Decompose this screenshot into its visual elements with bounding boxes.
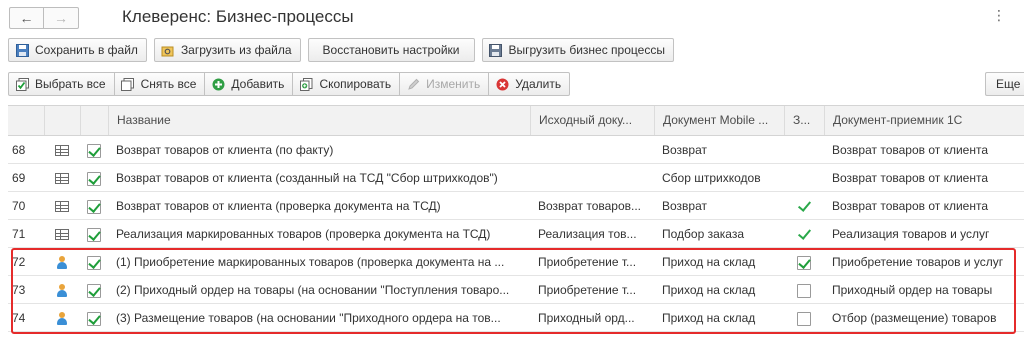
row-number: 70	[12, 199, 26, 213]
check-mark-icon	[797, 200, 811, 214]
mobile-doc: Сбор штрихкодов	[662, 171, 761, 185]
row-number: 71	[12, 227, 26, 241]
clear-all-label: Снять все	[140, 77, 197, 91]
clear-all-icon	[121, 77, 135, 91]
clear-all-button[interactable]: Снять все	[114, 72, 206, 96]
save-to-file-label: Сохранить в файл	[35, 43, 138, 57]
row-number: 69	[12, 171, 26, 185]
pencil-icon	[406, 77, 420, 91]
more-button[interactable]: Еще	[985, 72, 1024, 96]
z-cell	[784, 193, 824, 219]
more-label: Еще	[996, 77, 1021, 91]
title-bar: ← → Клеверенс: Бизнес-процессы ⋮	[0, 0, 1024, 34]
restore-settings-label: Восстановить настройки	[322, 43, 460, 57]
z-cell	[784, 221, 824, 247]
row-type	[44, 221, 80, 247]
table-header: Название Исходный доку... Документ Mobil…	[8, 106, 1024, 136]
toolbar-edit: Выбрать все Снять все Добавить Скопирова…	[8, 72, 571, 96]
copy-button[interactable]: Скопировать	[293, 72, 401, 96]
dest-doc: Возврат товаров от клиента	[832, 143, 989, 157]
window-title: Клеверенс: Бизнес-процессы	[122, 7, 354, 26]
row-type	[44, 193, 80, 219]
mobile-doc: Возврат	[662, 143, 707, 157]
row-type	[44, 165, 80, 191]
select-all-button[interactable]: Выбрать все	[8, 72, 115, 96]
table-process-icon	[55, 229, 69, 241]
row-enabled	[80, 193, 108, 219]
header-check[interactable]	[80, 106, 108, 135]
mobile-doc: Подбор заказа	[662, 227, 744, 241]
delete-label: Удалить	[515, 77, 562, 91]
source-doc: Реализация тов...	[538, 227, 637, 241]
select-all-icon	[15, 77, 29, 91]
table-row[interactable]: 68 Возврат товаров от клиента (по факту) В…	[8, 137, 1024, 164]
source-doc	[530, 165, 654, 191]
export-processes-label: Выгрузить бизнес процессы	[508, 43, 665, 57]
edit-button[interactable]: Изменить	[400, 72, 490, 96]
header-z[interactable]: З...	[784, 106, 824, 135]
add-icon	[211, 77, 225, 91]
copy-icon	[299, 77, 313, 91]
load-from-file-label: Загрузить из файла	[180, 43, 292, 57]
load-from-file-button[interactable]: Загрузить из файла	[153, 38, 301, 62]
table-row[interactable]: 71 Реализация маркированных товаров (пров…	[8, 221, 1024, 248]
toolbar-file: Сохранить в файл Загрузить из файла Восс…	[8, 38, 681, 62]
enabled-checkbox[interactable]	[87, 143, 101, 158]
check-mark-icon	[797, 228, 811, 242]
dest-doc: Возврат товаров от клиента	[832, 171, 989, 185]
row-enabled	[80, 137, 108, 163]
table-process-icon	[55, 145, 69, 157]
select-all-label: Выбрать все	[35, 77, 106, 91]
more-menu-icon[interactable]: ⋮	[992, 8, 1006, 22]
save-icon	[15, 43, 29, 57]
process-name: Возврат товаров от клиента (созданный на…	[116, 171, 498, 185]
edit-label: Изменить	[426, 77, 481, 91]
forward-button[interactable]: →	[44, 7, 79, 29]
table-process-icon	[55, 173, 69, 185]
header-mobile-doc[interactable]: Документ Mobile ...	[654, 106, 784, 135]
delete-icon	[495, 77, 509, 91]
row-type	[44, 137, 80, 163]
add-button[interactable]: Добавить	[205, 72, 294, 96]
process-name: Реализация маркированных товаров (провер…	[116, 227, 491, 241]
header-type[interactable]	[44, 106, 80, 135]
z-cell	[784, 137, 824, 163]
header-num[interactable]	[8, 106, 44, 135]
business-processes-window: ← → Клеверенс: Бизнес-процессы ⋮ Сохрани…	[0, 0, 1024, 341]
row-enabled	[80, 165, 108, 191]
highlight-frame	[11, 248, 1016, 334]
enabled-checkbox[interactable]	[87, 171, 101, 186]
delete-button[interactable]: Удалить	[489, 72, 571, 96]
process-name: Возврат товаров от клиента (по факту)	[116, 143, 334, 157]
table-row[interactable]: 69 Возврат товаров от клиента (созданный …	[8, 165, 1024, 192]
process-name: Возврат товаров от клиента (проверка док…	[116, 199, 441, 213]
restore-settings-button[interactable]: Восстановить настройки	[307, 38, 475, 62]
table-row[interactable]: 70 Возврат товаров от клиента (проверка д…	[8, 193, 1024, 220]
load-icon	[161, 43, 175, 57]
export-icon	[489, 43, 503, 57]
enabled-checkbox[interactable]	[87, 199, 101, 214]
mobile-doc: Возврат	[662, 199, 707, 213]
arrow-right-icon: →	[54, 10, 68, 26]
arrow-left-icon: ←	[19, 10, 34, 26]
dest-doc: Возврат товаров от клиента	[832, 199, 989, 213]
header-dest-doc[interactable]: Документ-приемник 1С	[824, 106, 1024, 135]
back-button[interactable]: ←	[9, 7, 44, 29]
row-number: 68	[12, 143, 26, 157]
source-doc	[530, 137, 654, 163]
copy-label: Скопировать	[319, 77, 392, 91]
dest-doc: Реализация товаров и услуг	[832, 227, 990, 241]
row-enabled	[80, 221, 108, 247]
save-to-file-button[interactable]: Сохранить в файл	[8, 38, 147, 62]
header-name[interactable]: Название	[108, 106, 530, 135]
enabled-checkbox[interactable]	[87, 227, 101, 242]
export-processes-button[interactable]: Выгрузить бизнес процессы	[481, 38, 674, 62]
add-label: Добавить	[231, 77, 285, 91]
table-process-icon	[55, 201, 69, 213]
z-cell	[784, 165, 824, 191]
nav-group: ← →	[9, 7, 79, 29]
header-source-doc[interactable]: Исходный доку...	[530, 106, 654, 135]
source-doc: Возврат товаров...	[538, 199, 642, 213]
